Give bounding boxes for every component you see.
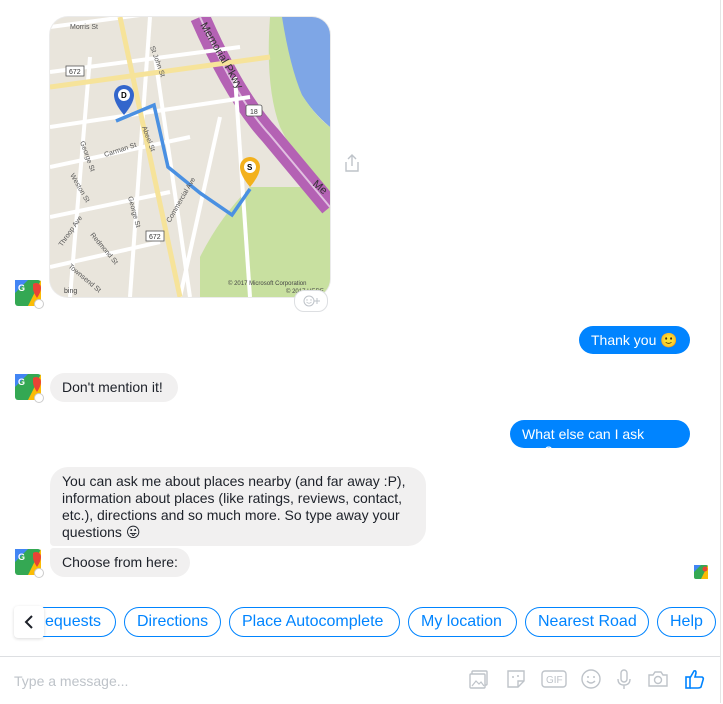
message-composer: Type a message... GIF <box>0 656 720 704</box>
quick-reply-directions[interactable]: Directions <box>124 607 221 637</box>
svg-text:D: D <box>121 91 127 100</box>
quick-reply-place-autocomplete[interactable]: Place Autocomplete <box>229 607 400 637</box>
bot-avatar[interactable]: G <box>15 549 44 578</box>
bot-avatar[interactable]: G <box>15 280 44 309</box>
camera-icon[interactable] <box>646 667 670 691</box>
messenger-badge-icon <box>34 568 44 578</box>
messenger-badge-icon <box>34 393 44 403</box>
route-shield: 672 <box>69 69 81 76</box>
bot-avatar[interactable]: G <box>15 374 44 403</box>
sticker-icon[interactable] <box>504 667 528 691</box>
quick-reply-my-location[interactable]: My location <box>408 607 517 637</box>
microphone-icon[interactable] <box>612 667 636 691</box>
image-icon[interactable] <box>467 667 491 691</box>
svg-text:G: G <box>18 377 25 387</box>
map-copyright: © 2017 Microsoft Corporation <box>228 280 306 287</box>
street-label: Morris St <box>70 24 98 31</box>
add-reaction-icon[interactable] <box>294 290 328 312</box>
gif-icon[interactable]: GIF <box>540 667 568 691</box>
message-bubble-bot[interactable]: You can ask me about places nearby (and … <box>50 467 426 546</box>
share-icon[interactable] <box>341 152 363 174</box>
message-bubble-bot[interactable]: Don't mention it! <box>50 373 178 402</box>
message-bubble-user[interactable]: What else can I ask you? <box>510 420 690 459</box>
svg-text:S: S <box>247 163 253 172</box>
map-attachment[interactable]: Morris St St John St George St Abeel St … <box>50 17 330 297</box>
chevron-left-icon[interactable] <box>14 606 44 638</box>
message-input[interactable]: Type a message... <box>14 673 128 689</box>
quick-reply-help[interactable]: Help <box>657 607 716 637</box>
svg-text:G: G <box>18 283 25 293</box>
svg-text:GIF: GIF <box>546 675 563 686</box>
chat-frame: Morris St St John St George St Abeel St … <box>0 0 721 703</box>
messenger-badge-icon <box>34 299 44 309</box>
route-shield: 672 <box>149 234 161 241</box>
quick-reply-nearest-road[interactable]: Nearest Road <box>525 607 649 637</box>
emoji-icon[interactable] <box>579 667 603 691</box>
seen-avatar-icon <box>694 565 708 579</box>
route-shield: 18 <box>250 109 258 116</box>
quick-replies-bar: equests Directions Place Autocomplete My… <box>0 604 720 642</box>
thumbs-up-icon[interactable] <box>683 667 707 691</box>
message-bubble-user[interactable]: Thank you 🙂 <box>579 326 690 354</box>
map-canvas: Morris St St John St George St Abeel St … <box>50 17 330 297</box>
message-bubble-bot[interactable]: Choose from here: <box>50 548 190 577</box>
svg-text:G: G <box>18 552 25 562</box>
map-provider: bing <box>64 288 77 295</box>
